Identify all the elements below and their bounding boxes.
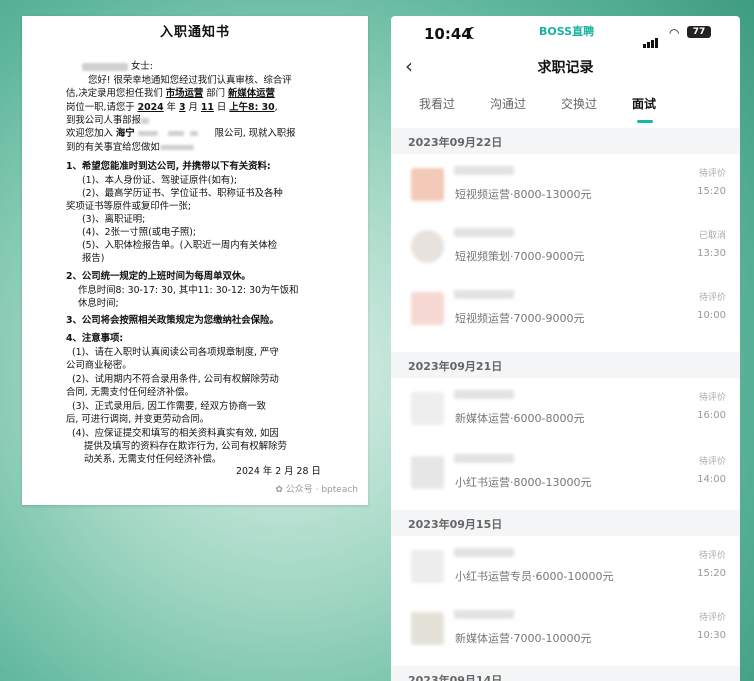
date-header: 2023年09月22日 <box>391 128 740 154</box>
job-info: 短视频运营·8000-13000元 <box>455 188 592 201</box>
signal-icon <box>643 29 659 48</box>
letter-para: 到我公司人事部报 <box>66 114 150 128</box>
interview-time: 15:20 <box>697 186 726 197</box>
letter-line: (2)、试用期内不符合录用条件, 公司有权解除劳动 <box>72 374 279 385</box>
redacted-company <box>454 390 514 399</box>
redacted-company <box>454 548 514 557</box>
job-info: 短视频运营·7000-9000元 <box>455 312 585 325</box>
moon-icon <box>470 27 482 39</box>
tab-indicator <box>637 120 653 123</box>
watermark: ✿ 公众号 · bpteach <box>275 484 358 498</box>
interview-time: 10:00 <box>697 310 726 321</box>
letter-line: 动关系, 无需支付任何经济补偿。 <box>84 454 222 465</box>
status-bar: 10:44 BOSS直聘 ◠ 77 <box>391 16 740 50</box>
battery-icon: 77 <box>687 26 711 38</box>
status-label: 待评价 <box>698 393 726 403</box>
company-logo <box>411 456 444 489</box>
offer-letter: 入职通知书 女士: 您好! 很荣幸地通知您经过我们认真审核、综合评 估,决定录用… <box>22 16 368 505</box>
job-info: 新媒体运营·6000-8000元 <box>455 412 585 425</box>
wechat-icon: ✿ <box>275 485 283 495</box>
letter-line: (3)、离职证明; <box>82 214 146 225</box>
redacted-name <box>82 62 128 71</box>
date-header: 2023年09月14日 <box>391 666 740 681</box>
list-item[interactable]: 短视频运营·8000-13000元 待评价 15:20 <box>391 156 740 216</box>
letter-line: 后, 可进行调岗, 并变更劳动合同。 <box>66 414 210 425</box>
section-4-heading: 4、注意事项: <box>66 333 124 344</box>
redacted-company <box>454 228 514 237</box>
letter-line: (4)、2张一寸照(或电子照); <box>82 227 197 238</box>
list-item[interactable]: 小红书运营专员·6000-10000元 待评价 15:20 <box>391 538 740 598</box>
letter-para: 欢迎您加入 海宁 限公司, 现就入职报 <box>66 128 296 139</box>
letter-line: 奖项证书等原件或复印件一张; <box>66 201 192 212</box>
job-info: 小红书运营·8000-13000元 <box>455 476 592 489</box>
letter-para: 岗位一职,请您于 2024 年 3 月 11 日 上午8: 30, <box>66 102 278 113</box>
list-item[interactable]: 新媒体运营·7000-10000元 待评价 10:30 <box>391 600 740 660</box>
letter-line: (3)、正式录用后, 因工作需要, 经双方协商一致 <box>72 401 266 412</box>
letter-line: 合同, 无需支付任何经济补偿。 <box>66 387 194 398</box>
page-title: 求职记录 <box>537 60 594 76</box>
tab-chatted[interactable]: 沟通过 <box>490 95 526 112</box>
letter-line: 报告) <box>82 253 105 264</box>
company-logo <box>411 230 444 263</box>
letter-para: 您好! 很荣幸地通知您经过我们认真审核、综合评 <box>88 75 292 86</box>
section-2-heading: 2、公司统一规定的上班时间为每周单双休。 <box>66 271 251 282</box>
interview-time: 15:20 <box>697 568 726 579</box>
redacted-company <box>454 610 514 619</box>
nav-bar: ‹ 求职记录 <box>391 54 740 84</box>
tab-interview[interactable]: 面试 <box>632 95 656 112</box>
status-label: 已取消 <box>698 231 726 241</box>
tab-bar: 我看过 沟通过 交换过 面试 <box>391 95 740 125</box>
interview-time: 13:30 <box>697 248 726 259</box>
status-time: 10:44 <box>424 25 472 43</box>
job-info: 短视频策划·7000-9000元 <box>455 250 585 263</box>
greeting: 女士: <box>82 60 153 74</box>
wifi-icon: ◠ <box>669 26 680 40</box>
section-1-heading: 1、希望您能准时到达公司, 并携带以下有关资料: <box>66 161 271 172</box>
job-info: 小红书运营专员·6000-10000元 <box>455 570 614 583</box>
letter-line: 休息时间; <box>78 298 119 309</box>
company-logo <box>411 550 444 583</box>
letter-line: 作息时间8: 30-17: 30, 其中11: 30-12: 30为午饭和 <box>78 285 299 296</box>
app-badge: BOSS直聘 <box>539 25 595 38</box>
letter-line: (1)、本人身份证、驾驶证原件(如有); <box>82 175 238 186</box>
redacted-company <box>454 454 514 463</box>
phone-screen: 10:44 BOSS直聘 ◠ 77 ‹ 求职记录 我看过 沟通过 交换过 面试 … <box>391 16 740 681</box>
list-item[interactable]: 短视频运营·7000-9000元 待评价 10:00 <box>391 280 740 340</box>
section-3-heading: 3、公司将会按照相关政策规定为您缴纳社会保险。 <box>66 315 279 326</box>
redacted-company <box>454 290 514 299</box>
letter-line: (5)、入职体检报告单。(入职近一周内有关体检 <box>82 240 278 251</box>
letter-title: 入职通知书 <box>159 25 230 40</box>
company-logo <box>411 392 444 425</box>
interview-time: 10:30 <box>697 630 726 641</box>
company-logo <box>411 168 444 201</box>
letter-date: 2024 年 2 月 28 日 <box>236 466 321 477</box>
list-item[interactable]: 小红书运营·8000-13000元 待评价 14:00 <box>391 444 740 504</box>
letter-para: 估,决定录用您担任我们 市场运营 部门 新媒体运营 <box>66 88 275 99</box>
letter-line: 公司商业秘密。 <box>66 360 132 371</box>
letter-line: (2)、最高学历证书、学位证书、职称证书及各种 <box>82 188 283 199</box>
status-label: 待评价 <box>698 293 726 303</box>
letter-line: (1)、请在入职时认真阅读公司各项规章制度, 严守 <box>72 347 279 358</box>
company-logo <box>411 612 444 645</box>
tab-viewed[interactable]: 我看过 <box>419 95 455 112</box>
interview-time: 14:00 <box>697 474 726 485</box>
list-item[interactable]: 新媒体运营·6000-8000元 待评价 16:00 <box>391 380 740 440</box>
company-logo <box>411 292 444 325</box>
redacted-company <box>454 166 514 175</box>
date-header: 2023年09月21日 <box>391 352 740 378</box>
status-label: 待评价 <box>698 613 726 623</box>
list-item[interactable]: 短视频策划·7000-9000元 已取消 13:30 <box>391 218 740 278</box>
status-label: 待评价 <box>698 169 726 179</box>
letter-para: 到的有关事宜给您做如 <box>66 141 194 155</box>
tab-exchanged[interactable]: 交换过 <box>561 95 597 112</box>
letter-line: 提供及填写的资料存在欺诈行为, 公司有权解除劳 <box>84 441 287 452</box>
interview-time: 16:00 <box>697 410 726 421</box>
status-label: 待评价 <box>698 551 726 561</box>
status-label: 待评价 <box>698 457 726 467</box>
date-header: 2023年09月15日 <box>391 510 740 536</box>
letter-line: (4)、应保证提交和填写的相关资料真实有效, 如因 <box>72 428 279 439</box>
job-info: 新媒体运营·7000-10000元 <box>455 632 592 645</box>
